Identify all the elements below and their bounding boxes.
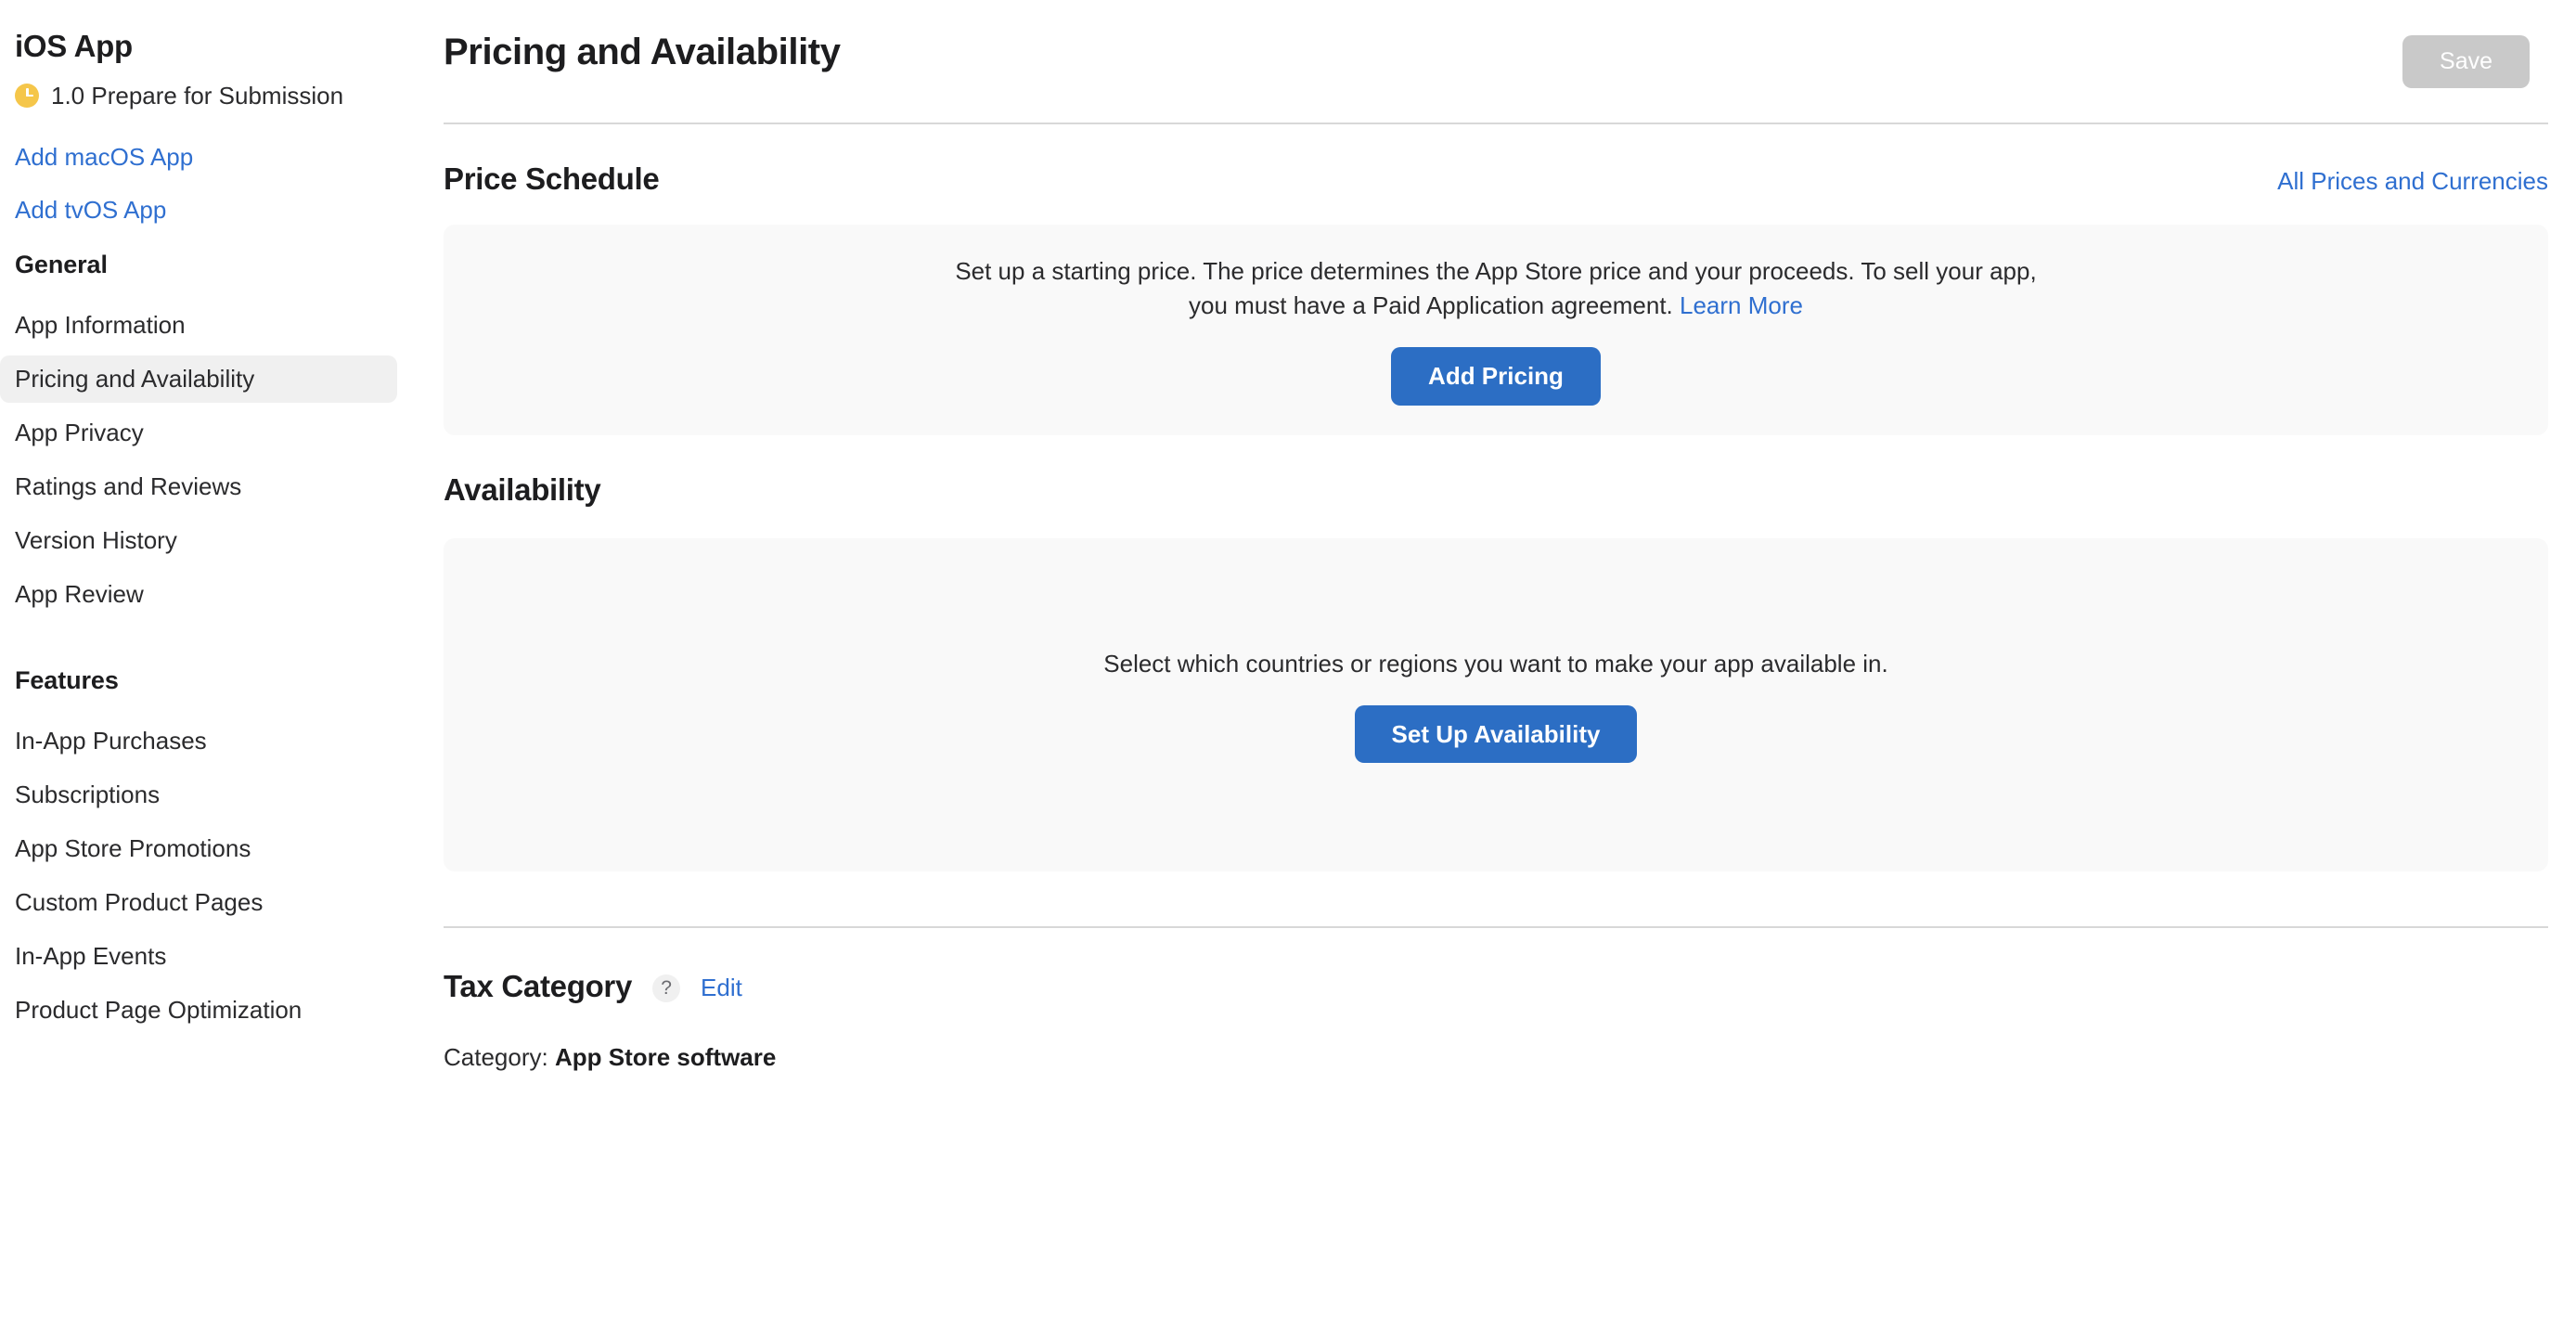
tax-category-row: Category: App Store software bbox=[444, 1004, 2548, 1072]
sidebar: iOS App 1.0 Prepare for Submission Add m… bbox=[0, 0, 444, 1342]
sidebar-header: iOS App 1.0 Prepare for Submission bbox=[0, 28, 444, 108]
app-title: iOS App bbox=[15, 28, 429, 65]
availability-description: Select which countries or regions you wa… bbox=[1103, 647, 1887, 681]
save-button[interactable]: Save bbox=[2402, 35, 2530, 88]
price-schedule-title: Price Schedule bbox=[444, 161, 659, 197]
all-prices-and-currencies-link[interactable]: All Prices and Currencies bbox=[2277, 167, 2548, 196]
tax-category-value: App Store software bbox=[555, 1043, 776, 1071]
sidebar-item-app-information[interactable]: App Information bbox=[0, 302, 397, 349]
sidebar-item-app-store-promotions[interactable]: App Store Promotions bbox=[0, 825, 397, 872]
tax-category-label: Category: bbox=[444, 1043, 548, 1071]
price-schedule-header: Price Schedule All Prices and Currencies bbox=[444, 124, 2548, 197]
sidebar-group-title-features: Features bbox=[0, 666, 444, 695]
availability-section: Availability Select which countries or r… bbox=[444, 435, 2576, 871]
sidebar-item-version-history[interactable]: Version History bbox=[0, 517, 397, 564]
platform-links: Add macOS App Add tvOS App bbox=[0, 145, 444, 222]
sidebar-item-pricing-and-availability[interactable]: Pricing and Availability bbox=[0, 355, 397, 403]
sidebar-item-custom-product-pages[interactable]: Custom Product Pages bbox=[0, 879, 397, 926]
add-pricing-button[interactable]: Add Pricing bbox=[1391, 347, 1601, 406]
sidebar-item-in-app-purchases[interactable]: In-App Purchases bbox=[0, 717, 397, 765]
sidebar-item-in-app-events[interactable]: In-App Events bbox=[0, 933, 397, 980]
add-tvos-app-link[interactable]: Add tvOS App bbox=[15, 198, 166, 222]
sidebar-item-app-review[interactable]: App Review bbox=[0, 571, 397, 618]
clock-icon bbox=[15, 84, 39, 108]
app-root: iOS App 1.0 Prepare for Submission Add m… bbox=[0, 0, 2576, 1342]
sidebar-group-features: Features In-App Purchases Subscriptions … bbox=[0, 666, 444, 1034]
learn-more-link[interactable]: Learn More bbox=[1680, 291, 1803, 319]
add-macos-app-link[interactable]: Add macOS App bbox=[15, 145, 193, 169]
tax-category-edit-link[interactable]: Edit bbox=[701, 974, 742, 1002]
sidebar-item-subscriptions[interactable]: Subscriptions bbox=[0, 771, 397, 819]
page-header: Pricing and Availability Save bbox=[444, 0, 2576, 88]
version-status-label: 1.0 Prepare for Submission bbox=[51, 84, 343, 108]
sidebar-item-app-privacy[interactable]: App Privacy bbox=[0, 409, 397, 457]
price-schedule-description: Set up a starting price. The price deter… bbox=[944, 254, 2048, 323]
sidebar-group-title-general: General bbox=[0, 251, 444, 279]
availability-title: Availability bbox=[444, 472, 600, 508]
price-schedule-section: Price Schedule All Prices and Currencies… bbox=[444, 124, 2576, 435]
sidebar-item-ratings-and-reviews[interactable]: Ratings and Reviews bbox=[0, 463, 397, 510]
tax-category-section: Tax Category ? Edit Category: App Store … bbox=[444, 928, 2576, 1072]
sidebar-group-general: General App Information Pricing and Avai… bbox=[0, 251, 444, 618]
availability-header: Availability bbox=[444, 435, 2548, 508]
question-mark-icon[interactable]: ? bbox=[652, 974, 680, 1002]
set-up-availability-button[interactable]: Set Up Availability bbox=[1355, 705, 1638, 764]
tax-category-title: Tax Category bbox=[444, 969, 632, 1004]
main-content: Pricing and Availability Save Price Sche… bbox=[444, 0, 2576, 1342]
version-status-row: 1.0 Prepare for Submission bbox=[15, 84, 429, 108]
availability-card: Select which countries or regions you wa… bbox=[444, 538, 2548, 871]
page-title: Pricing and Availability bbox=[444, 30, 841, 74]
sidebar-item-product-page-optimization[interactable]: Product Page Optimization bbox=[0, 987, 397, 1034]
price-schedule-card: Set up a starting price. The price deter… bbox=[444, 225, 2548, 435]
price-schedule-description-text: Set up a starting price. The price deter… bbox=[955, 257, 2036, 319]
tax-category-header: Tax Category ? Edit bbox=[444, 928, 2548, 1004]
